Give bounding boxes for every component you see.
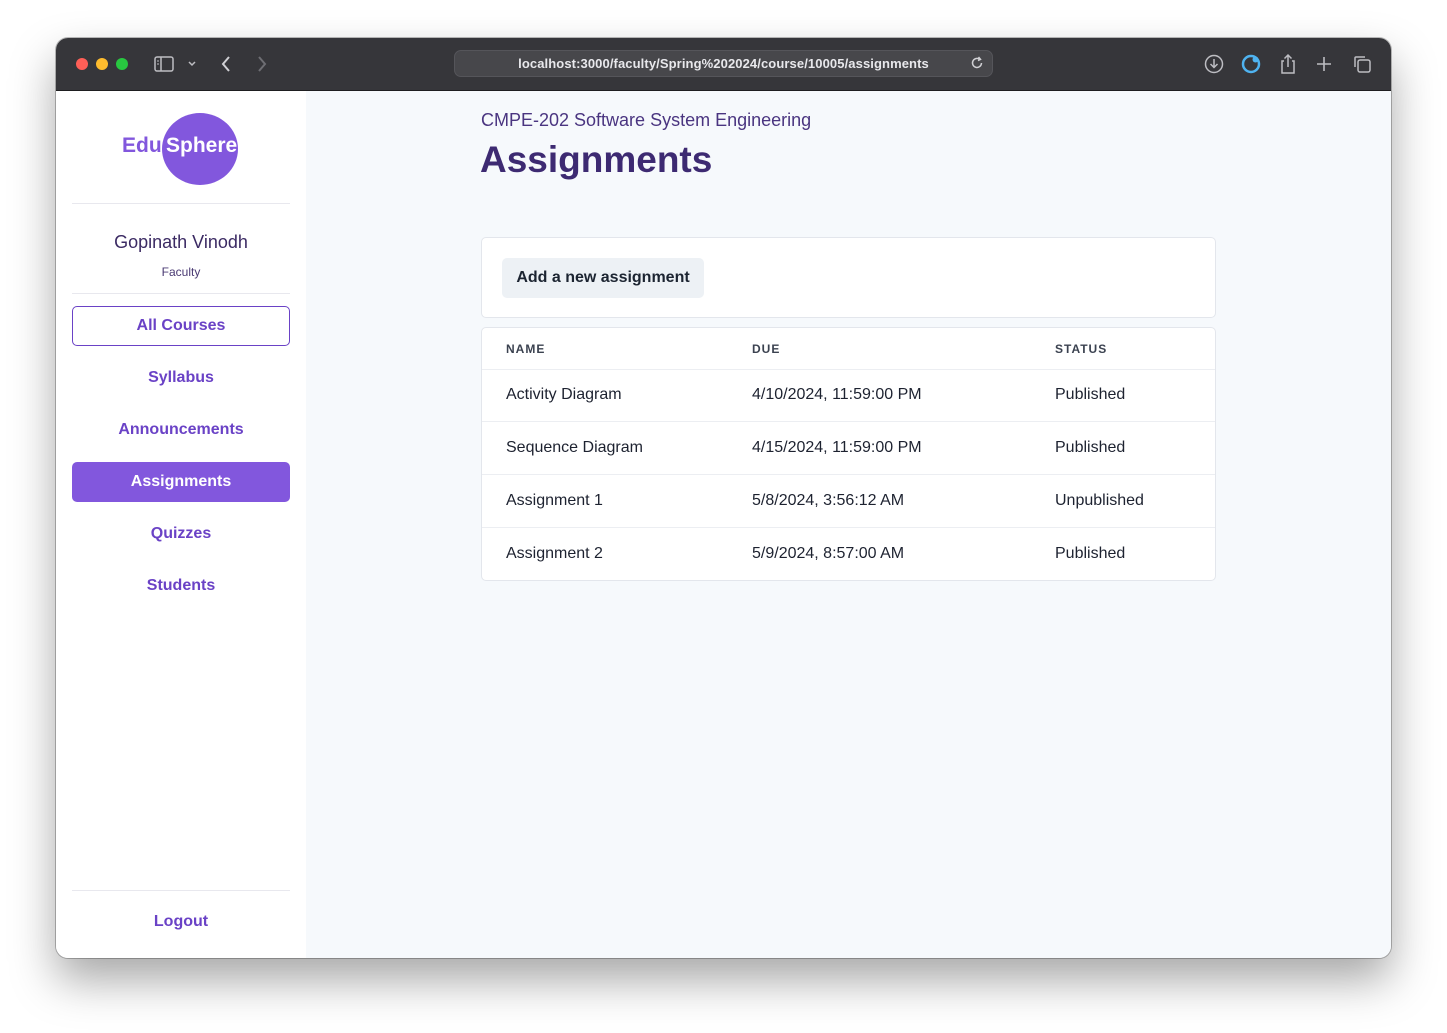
table-header: NAME DUE STATUS	[482, 328, 1215, 370]
sidebar-toggle-icon[interactable]	[152, 52, 176, 76]
table-row[interactable]: Activity Diagram 4/10/2024, 11:59:00 PM …	[482, 369, 1215, 422]
browser-window: localhost:3000/faculty/Spring%202024/cou…	[56, 38, 1391, 958]
new-tab-icon[interactable]	[1312, 52, 1336, 76]
add-assignment-button[interactable]: Add a new assignment	[502, 258, 704, 298]
assignment-status: Unpublished	[1055, 492, 1144, 509]
page-title: Assignments	[480, 139, 713, 180]
all-courses-button[interactable]: All Courses	[72, 306, 290, 346]
column-header-status: STATUS	[1055, 342, 1108, 356]
sidebar-item-students[interactable]: Students	[72, 566, 290, 606]
assignment-status: Published	[1055, 386, 1126, 403]
sidebar-item-syllabus[interactable]: Syllabus	[72, 358, 290, 398]
user-role: Faculty	[161, 265, 201, 279]
assignment-name[interactable]: Activity Diagram	[506, 386, 622, 404]
logo-text-sphere: Sphere	[166, 134, 238, 157]
assignment-due: 4/10/2024, 11:59:00 PM	[752, 386, 922, 403]
table-row[interactable]: Assignment 1 5/8/2024, 3:56:12 AM Unpubl…	[482, 475, 1215, 528]
url-text: localhost:3000/faculty/Spring%202024/cou…	[518, 56, 929, 71]
extension-icon[interactable]	[1239, 52, 1263, 76]
back-icon[interactable]	[216, 52, 236, 76]
divider	[72, 890, 290, 891]
chevron-down-icon[interactable]	[184, 52, 200, 76]
assignment-status: Published	[1055, 439, 1126, 456]
sidebar-item-assignments[interactable]: Assignments	[72, 462, 290, 502]
logo-text-edu: Edu	[122, 134, 162, 157]
assignment-due: 5/9/2024, 8:57:00 AM	[752, 545, 905, 562]
assignment-status: Published	[1055, 545, 1126, 562]
divider	[72, 203, 290, 204]
course-title: CMPE-202 Software System Engineering	[481, 110, 812, 130]
logout-button[interactable]: Logout	[72, 902, 290, 942]
tab-overview-icon[interactable]	[1350, 52, 1374, 76]
close-window-button[interactable]	[76, 58, 88, 70]
assignment-name[interactable]: Assignment 2	[506, 545, 603, 563]
share-icon[interactable]	[1276, 52, 1300, 76]
main-content: CMPE-202 Software System Engineering Ass…	[306, 91, 1391, 958]
user-name: Gopinath Vinodh	[114, 232, 248, 252]
table-row[interactable]: Sequence Diagram 4/15/2024, 11:59:00 PM …	[482, 422, 1215, 475]
reload-icon[interactable]	[970, 56, 984, 75]
sidebar-item-announcements[interactable]: Announcements	[72, 410, 290, 450]
assignment-name[interactable]: Assignment 1	[506, 492, 603, 510]
table-row[interactable]: Assignment 2 5/9/2024, 8:57:00 AM Publis…	[482, 528, 1215, 581]
column-header-name: NAME	[506, 342, 546, 356]
zoom-window-button[interactable]	[116, 58, 128, 70]
assignment-due: 4/15/2024, 11:59:00 PM	[752, 439, 922, 456]
column-header-due: DUE	[752, 342, 781, 356]
edusphere-logo[interactable]: Edu Sphere	[122, 113, 242, 185]
assignment-name[interactable]: Sequence Diagram	[506, 439, 643, 457]
assignment-due: 5/8/2024, 3:56:12 AM	[752, 492, 905, 509]
forward-icon[interactable]	[252, 52, 272, 76]
sidebar: Edu Sphere Gopinath Vinodh Faculty All C…	[56, 91, 306, 958]
downloads-icon[interactable]	[1202, 52, 1226, 76]
divider	[72, 293, 290, 294]
minimize-window-button[interactable]	[96, 58, 108, 70]
actions-card: Add a new assignment	[481, 237, 1216, 318]
sidebar-item-quizzes[interactable]: Quizzes	[72, 514, 290, 554]
assignments-table: NAME DUE STATUS Activity Diagram 4/10/20…	[481, 327, 1216, 581]
browser-toolbar: localhost:3000/faculty/Spring%202024/cou…	[56, 38, 1391, 91]
address-bar[interactable]: localhost:3000/faculty/Spring%202024/cou…	[454, 50, 993, 77]
